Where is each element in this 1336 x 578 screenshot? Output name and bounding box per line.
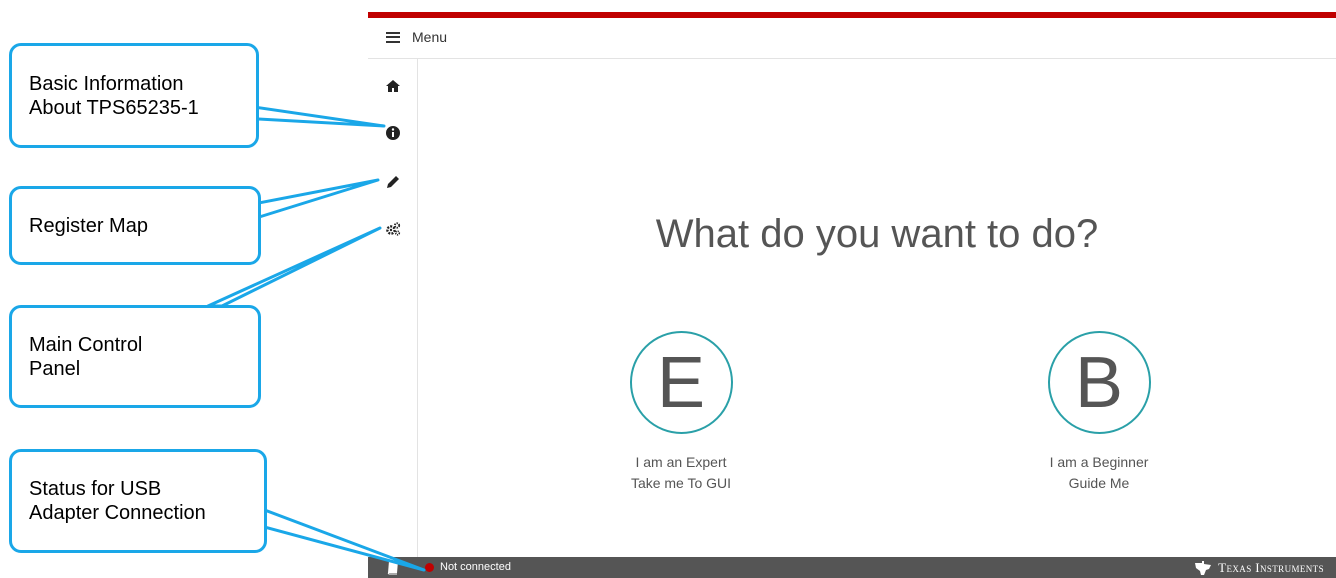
expert-option[interactable]: E I am an Expert Take me To GUI: [561, 331, 801, 494]
info-leader: [238, 103, 386, 128]
expert-label: I am an Expert: [635, 454, 727, 470]
ti-logo-icon: [1195, 560, 1212, 575]
ti-logo: Texas Instruments: [1194, 560, 1324, 576]
register-leader: [246, 178, 380, 220]
ti-brand-text: Texas Instruments: [1218, 560, 1324, 575]
sidebar: [368, 59, 418, 557]
connection-status-dot: [425, 563, 434, 572]
beginner-circle[interactable]: B: [1047, 331, 1151, 434]
main-panel: What do you want to do? E I am an Expert…: [418, 59, 1336, 557]
status-bar: Not connected Texas Instruments: [368, 557, 1336, 578]
hamburger-icon: [386, 31, 400, 43]
info-icon[interactable]: [385, 125, 401, 141]
control-callout: Main Control Panel: [9, 305, 261, 408]
pencil-icon[interactable]: [385, 174, 401, 190]
gears-icon[interactable]: [385, 221, 401, 237]
beginner-sublabel: Guide Me: [1068, 475, 1130, 491]
usb-callout: Status for USB Adapter Connection: [9, 449, 267, 553]
menu-label: Menu: [412, 29, 448, 45]
home-icon[interactable]: [385, 78, 401, 94]
expert-circle[interactable]: E: [629, 331, 733, 434]
beginner-label: I am a Beginner: [1049, 454, 1149, 470]
beginner-option[interactable]: B I am a Beginner Guide Me: [979, 331, 1219, 494]
connection-status-text: Not connected: [440, 561, 511, 573]
register-callout-text: Register Map: [29, 214, 148, 237]
info-callout: Basic Information About TPS65235-1: [9, 43, 259, 148]
expert-sublabel: Take me To GUI: [630, 475, 732, 491]
menu-button[interactable]: Menu: [386, 26, 447, 48]
menu-bar: Menu: [368, 18, 1336, 59]
book-icon[interactable]: [386, 560, 400, 575]
info-callout-text: Basic Information About TPS65235-1: [29, 72, 199, 119]
page-title: What do you want to do?: [655, 212, 1099, 256]
register-callout: Register Map: [9, 186, 261, 265]
control-callout-text: Main Control Panel: [29, 333, 143, 380]
usb-callout-text: Status for USB Adapter Connection: [29, 478, 206, 524]
